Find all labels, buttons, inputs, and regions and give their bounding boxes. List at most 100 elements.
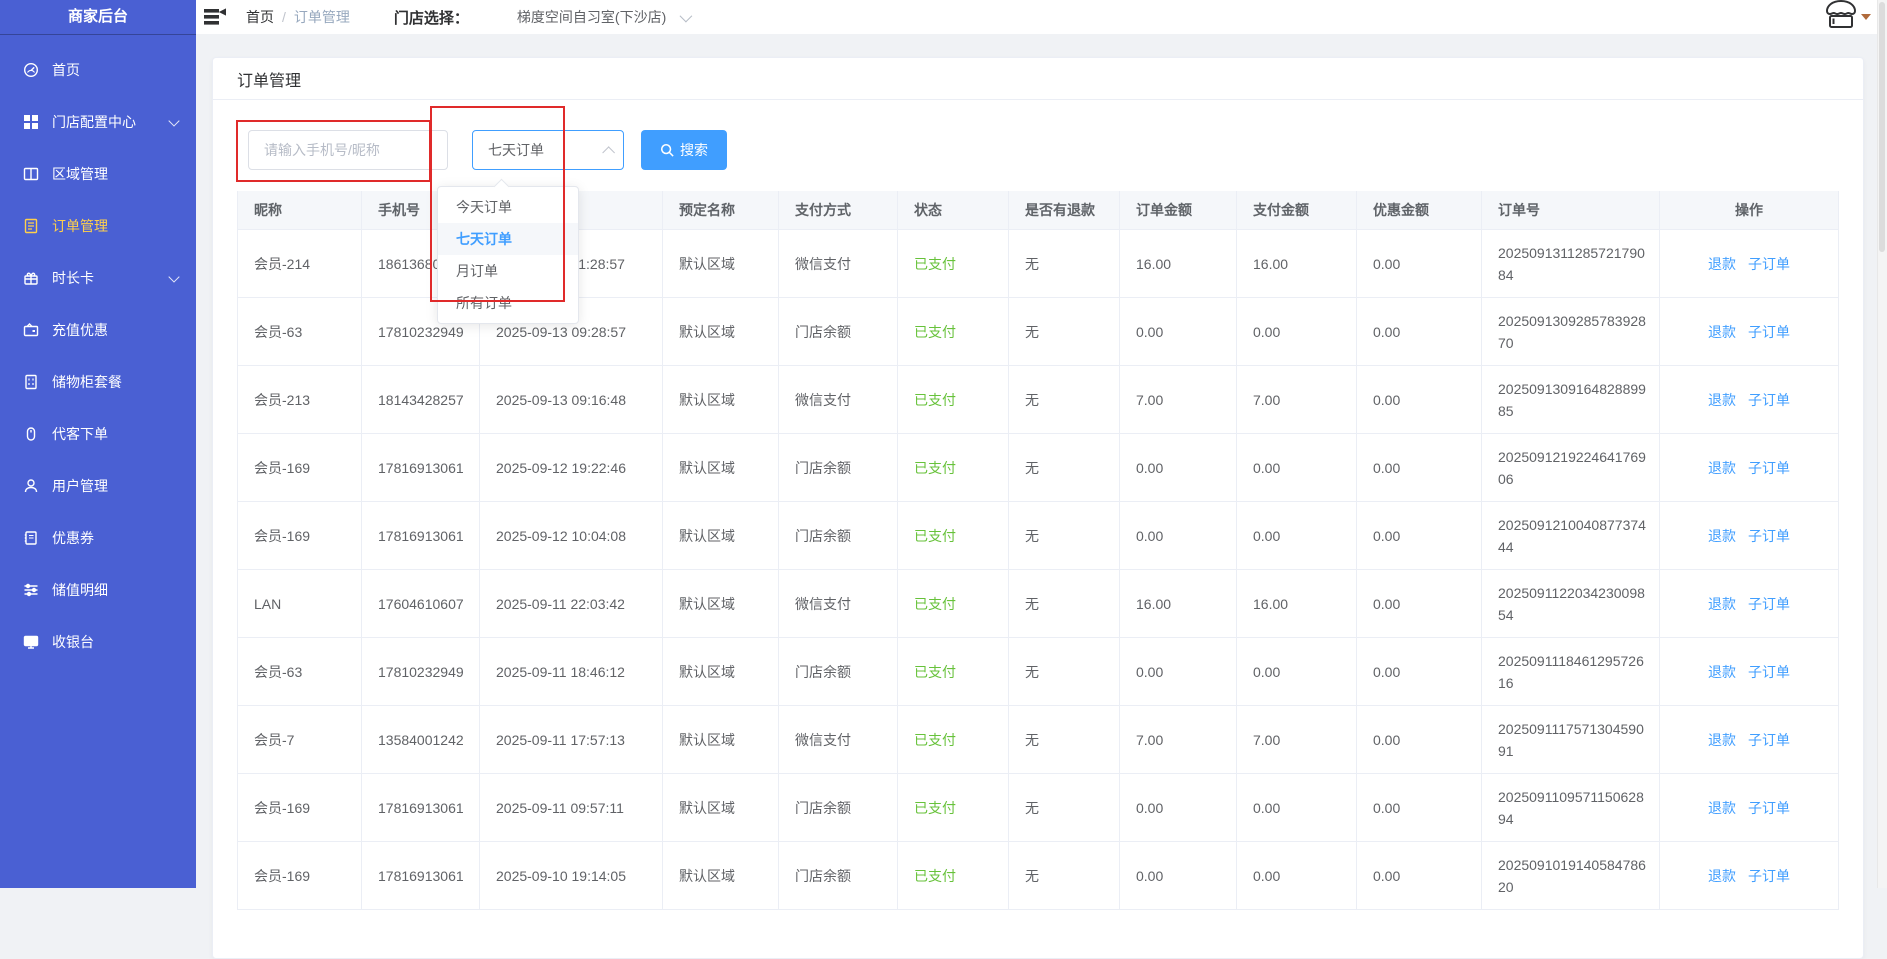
sidebar-item-home[interactable]: 首页	[0, 44, 196, 96]
sidebar-item-label: 区域管理	[52, 164, 108, 184]
refund-link[interactable]: 退款	[1708, 662, 1736, 682]
cell-order-amount: 0.00	[1120, 298, 1237, 365]
store-selector-value[interactable]: 梯度空间自习室(下沙店)	[517, 7, 666, 27]
cell-order-no: 202509110957115062894	[1482, 774, 1660, 841]
suborder-link[interactable]: 子订单	[1748, 594, 1790, 614]
cell-refund: 无	[1009, 434, 1120, 501]
cell-nickname: 会员-7	[238, 706, 362, 773]
sidebar-item-label: 订单管理	[52, 216, 108, 236]
search-icon	[660, 143, 674, 157]
suborder-link[interactable]: 子订单	[1748, 254, 1790, 274]
sidebar-item-users[interactable]: 用户管理	[0, 460, 196, 512]
refund-link[interactable]: 退款	[1708, 322, 1736, 342]
column-header: 昵称	[238, 191, 362, 229]
cell-refund: 无	[1009, 774, 1120, 841]
refund-link[interactable]: 退款	[1708, 594, 1736, 614]
cell-pay-amount: 7.00	[1237, 706, 1357, 773]
cell-pay-amount: 7.00	[1237, 366, 1357, 433]
suborder-link[interactable]: 子订单	[1748, 662, 1790, 682]
suborder-link[interactable]: 子订单	[1748, 730, 1790, 750]
cell-actions: 退款 子订单	[1660, 706, 1838, 773]
table-row: 会员-7 13584001242 2025-09-11 17:57:13 默认区…	[238, 706, 1838, 774]
status-badge: 已支付	[898, 502, 1009, 569]
store-selector[interactable]: 门店选择： 梯度空间自习室(下沙店)	[394, 7, 689, 28]
store-selector-label: 门店选择：	[394, 7, 469, 28]
sidebar-item-coupons[interactable]: 优惠券	[0, 512, 196, 564]
status-badge: 已支付	[898, 706, 1009, 773]
breadcrumb-home[interactable]: 首页	[246, 7, 274, 27]
shop-icon[interactable]	[1823, 0, 1859, 30]
cell-discount-amount: 0.00	[1357, 366, 1482, 433]
sidebar-item-recharge[interactable]: 充值优惠	[0, 304, 196, 356]
cell-pay-method: 微信支付	[779, 366, 898, 433]
cell-pay-method: 微信支付	[779, 230, 898, 297]
search-input[interactable]	[248, 130, 448, 170]
refund-link[interactable]: 退款	[1708, 866, 1736, 886]
sidebar-item-area[interactable]: 区域管理	[0, 148, 196, 200]
cell-nickname: 会员-63	[238, 298, 362, 365]
dropdown-option[interactable]: 月订单	[438, 255, 578, 287]
cell-area: 默认区域	[663, 366, 779, 433]
status-badge: 已支付	[898, 298, 1009, 365]
refund-link[interactable]: 退款	[1708, 526, 1736, 546]
order-filter-select[interactable]: 七天订单	[472, 130, 624, 170]
cell-discount-amount: 0.00	[1357, 570, 1482, 637]
sidebar-item-locker[interactable]: 储物柜套餐	[0, 356, 196, 408]
scrollbar-thumb[interactable]	[1879, 2, 1885, 252]
sidebar-item-orders[interactable]: 订单管理	[0, 200, 196, 252]
search-button[interactable]: 搜索	[641, 130, 727, 170]
dropdown-option[interactable]: 七天订单	[438, 223, 578, 255]
monitor-icon	[22, 633, 40, 651]
dropdown-option[interactable]: 今天订单	[438, 191, 578, 223]
cell-actions: 退款 子订单	[1660, 230, 1838, 297]
column-header: 订单金额	[1120, 191, 1237, 229]
cell-phone: 17816913061	[362, 502, 480, 569]
sidebar-item-label: 储值明细	[52, 580, 108, 600]
suborder-link[interactable]: 子订单	[1748, 798, 1790, 818]
table-body: 会员-214 1861368000 2025-09-13 11:28:57 默认…	[238, 230, 1838, 910]
sidebar-item-balance-detail[interactable]: 储值明细	[0, 564, 196, 616]
refund-link[interactable]: 退款	[1708, 390, 1736, 410]
cell-pay-method: 微信支付	[779, 706, 898, 773]
cell-refund: 无	[1009, 842, 1120, 909]
cell-phone: 17810232949	[362, 638, 480, 705]
sidebar-item-cashier[interactable]: 收银台	[0, 616, 196, 668]
refund-link[interactable]: 退款	[1708, 798, 1736, 818]
locker-icon	[22, 373, 40, 391]
cell-order-amount: 0.00	[1120, 774, 1237, 841]
refund-link[interactable]: 退款	[1708, 458, 1736, 478]
app-window: 商家后台 首页门店配置中心区域管理订单管理时长卡充值优惠储物柜套餐代客下单用户管…	[0, 0, 1887, 888]
cell-phone: 17604610607	[362, 570, 480, 637]
brand-title: 商家后台	[0, 0, 196, 35]
suborder-link[interactable]: 子订单	[1748, 458, 1790, 478]
sidebar-item-label: 充值优惠	[52, 320, 108, 340]
cell-nickname: 会员-214	[238, 230, 362, 297]
suborder-link[interactable]: 子订单	[1748, 322, 1790, 342]
sidebar-item-store-config[interactable]: 门店配置中心	[0, 96, 196, 148]
sidebar-item-time-card[interactable]: 时长卡	[0, 252, 196, 304]
suborder-link[interactable]: 子订单	[1748, 526, 1790, 546]
topbar: 首页 / 订单管理 门店选择： 梯度空间自习室(下沙店)	[196, 0, 1887, 35]
cell-refund: 无	[1009, 502, 1120, 569]
refund-link[interactable]: 退款	[1708, 730, 1736, 750]
caret-down-icon[interactable]	[1861, 14, 1871, 20]
dropdown-option[interactable]: 所有订单	[438, 287, 578, 319]
wallet-icon	[22, 321, 40, 339]
cell-nickname: 会员-169	[238, 434, 362, 501]
grid-icon	[22, 113, 40, 131]
page-scrollbar[interactable]	[1877, 0, 1887, 888]
cell-phone: 17816913061	[362, 774, 480, 841]
column-header: 订单号	[1482, 191, 1660, 229]
suborder-link[interactable]: 子订单	[1748, 390, 1790, 410]
cell-pay-method: 门店余额	[779, 502, 898, 569]
refund-link[interactable]: 退款	[1708, 254, 1736, 274]
cell-pay-method: 门店余额	[779, 638, 898, 705]
cell-pay-amount: 16.00	[1237, 570, 1357, 637]
cell-area: 默认区域	[663, 842, 779, 909]
table-row: 会员-169 17816913061 2025-09-12 10:04:08 默…	[238, 502, 1838, 570]
cell-order-amount: 0.00	[1120, 502, 1237, 569]
suborder-link[interactable]: 子订单	[1748, 866, 1790, 886]
hamburger-icon[interactable]	[204, 8, 226, 26]
sidebar-item-proxy-order[interactable]: 代客下单	[0, 408, 196, 460]
breadcrumb-current: 订单管理	[294, 7, 350, 27]
